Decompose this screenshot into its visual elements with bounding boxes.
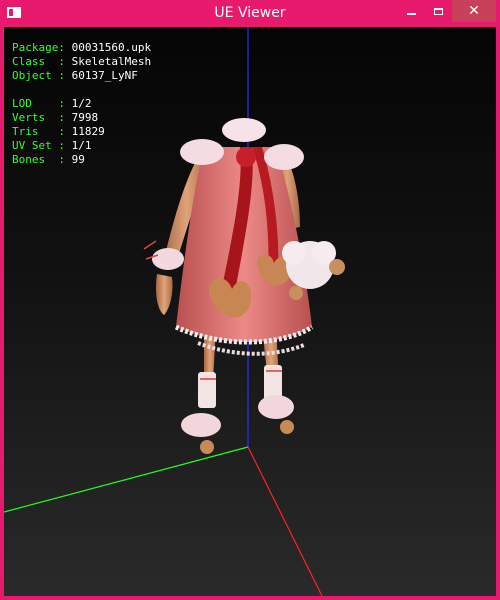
info-row-tris: Tris : 11829 xyxy=(12,125,105,138)
app-window: UE Viewer ✕ Package: 00031560.upk Class … xyxy=(0,0,500,600)
maximize-icon xyxy=(434,7,443,15)
maximize-button[interactable] xyxy=(425,0,452,22)
title-bar[interactable]: UE Viewer ✕ xyxy=(0,0,500,27)
x-axis xyxy=(247,446,323,596)
info-row-bones: Bones : 99 xyxy=(12,153,85,166)
y-axis xyxy=(4,446,249,513)
info-row-package: Package: 00031560.upk xyxy=(12,41,152,54)
3d-viewport[interactable]: Package: 00031560.upk Class : SkeletalMe… xyxy=(4,27,496,596)
info-row-object: Object : 60137_LyNF xyxy=(12,69,138,82)
info-row-uv-set: UV Set : 1/1 xyxy=(12,139,92,152)
mesh-info-panel: Package: 00031560.upk Class : SkeletalMe… xyxy=(12,41,151,167)
minimize-icon xyxy=(407,13,416,15)
close-icon: ✕ xyxy=(468,3,480,19)
character-model xyxy=(143,118,345,454)
info-row-verts: Verts : 7998 xyxy=(12,111,99,124)
close-button[interactable]: ✕ xyxy=(452,0,496,22)
info-row-class: Class : SkeletalMesh xyxy=(12,55,152,68)
minimize-button[interactable] xyxy=(398,0,425,22)
info-row-lod: LOD : 1/2 xyxy=(12,97,92,110)
